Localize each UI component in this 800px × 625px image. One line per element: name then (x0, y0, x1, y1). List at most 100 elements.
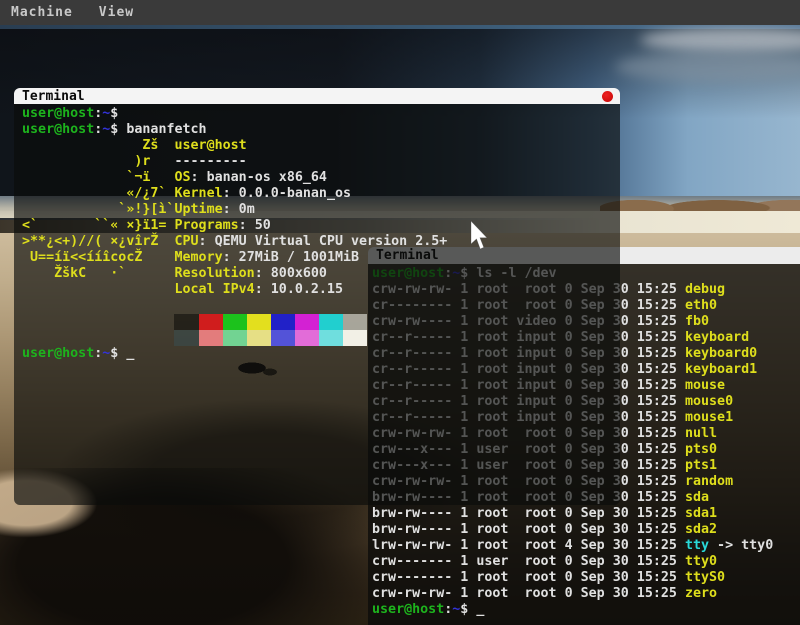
text-segment: random (685, 474, 733, 489)
text-segment: : banan-os x86_64 (191, 170, 327, 185)
terminal-line: >**¿<+)//( ×¿vîrŽ CPU: QEMU Virtual CPU … (22, 234, 616, 250)
palette-block (319, 330, 343, 346)
text-segment: keyboard0 (685, 346, 757, 361)
text-segment: «/¿7` (22, 186, 174, 201)
text-segment: --------- (174, 154, 246, 169)
terminal-line: `¬ï OS: banan-os x86_64 (22, 170, 616, 186)
terminal-line: crw------- 1 root root 0 Sep 30 15:25 tt… (372, 570, 800, 586)
terminal-line: U==íï<<ííîcocŽ Memory: 27MiB / 1001MiB (22, 250, 616, 266)
terminal-line: «/¿7` Kernel: 0.0.0-banan_os (22, 186, 616, 202)
text-segment: : 800x600 (255, 266, 327, 281)
text-segment: user@host (22, 122, 94, 137)
text-segment: mouse0 (685, 394, 733, 409)
terminal-line: ŽškC ·` Resolution: 800x600 (22, 266, 616, 282)
wallpaper-horizon-glow (0, 25, 800, 29)
terminal-line: user@host:~$ (22, 106, 616, 122)
text-segment: : 50 (239, 218, 271, 233)
text-segment: tty (685, 538, 709, 553)
terminal-line: user@host:~$ _ (372, 602, 800, 618)
terminal-line: lrw-rw-rw- 1 root root 4 Sep 30 15:25 tt… (372, 538, 800, 554)
text-segment: Uptime (174, 202, 222, 217)
text-segment: Local IPv4 (174, 282, 254, 297)
text-segment: ttyS0 (685, 570, 725, 585)
text-segment: sda (685, 490, 709, 505)
text-segment: user@host (22, 346, 94, 361)
text-segment: Resolution (174, 266, 254, 281)
text-segment: user@host (174, 138, 246, 153)
terminal-line: crw-rw-rw- 1 root root 0 Sep 30 15:25 ze… (372, 586, 800, 602)
text-segment: bananfetch (126, 122, 206, 137)
terminal1-title: Terminal (22, 88, 85, 105)
text-segment: >**¿<+)//( ×¿vîrŽ (22, 234, 174, 249)
text-segment: debug (685, 282, 725, 297)
text-segment: null (685, 426, 717, 441)
text-segment: crw------- 1 user root 0 Sep 30 15:25 (372, 554, 685, 569)
palette-block (295, 314, 319, 330)
terminal-line (22, 298, 616, 314)
text-segment: brw-rw---- 1 root root 0 Sep 30 15:25 (372, 506, 685, 521)
palette-block (247, 330, 271, 346)
palette-block (223, 314, 247, 330)
terminal-line (22, 330, 616, 346)
mouse-cursor-icon (470, 221, 490, 251)
palette-block (271, 314, 295, 330)
menu-machine[interactable]: Machine (11, 5, 73, 20)
terminal1-title-bar[interactable]: Terminal (14, 88, 620, 104)
terminal-window-bananfetch[interactable]: Terminal user@host:~$user@host:~$ bananf… (14, 88, 620, 505)
text-segment: U==íï<<ííîcocŽ (22, 250, 174, 265)
palette-block (343, 330, 367, 346)
text-segment: -> tty0 (709, 538, 773, 553)
text-segment: lrw-rw-rw- 1 root root 4 Sep 30 15:25 (372, 538, 685, 553)
text-segment: )r (22, 154, 174, 169)
text-segment: Memory (174, 250, 222, 265)
text-segment: sda2 (685, 522, 717, 537)
text-segment: `¬ï (22, 170, 174, 185)
text-segment: ŽškC ·` (22, 266, 174, 281)
palette-block (247, 314, 271, 330)
text-segment: crw------- 1 root root 0 Sep 30 15:25 (372, 570, 685, 585)
text-segment: tty0 (685, 554, 717, 569)
text-segment: `»!}[ì` (22, 202, 174, 217)
text-segment: $ (110, 106, 118, 121)
terminal-line: Local IPv4: 10.0.2.15 (22, 282, 616, 298)
text-segment: <` ``« ×}ï1= (22, 218, 174, 233)
text-segment: : 27MiB / 1001MiB (223, 250, 359, 265)
text-segment: $ (460, 602, 476, 617)
text-segment: keyboard (685, 330, 749, 345)
text-segment: OS (174, 170, 190, 185)
palette-block (223, 330, 247, 346)
text-segment: mouse1 (685, 410, 733, 425)
terminal-line: user@host:~$ _ (22, 346, 616, 362)
text-segment: Zš (22, 138, 174, 153)
palette-block (319, 314, 343, 330)
text-segment: Programs (174, 218, 238, 233)
text-segment: $ (110, 122, 126, 137)
terminal-line: )r --------- (22, 154, 616, 170)
palette-block (199, 330, 223, 346)
close-icon[interactable] (602, 91, 613, 102)
text-segment: keyboard1 (685, 362, 757, 377)
text-segment: : 0.0.0-banan_os (223, 186, 351, 201)
terminal-line: Zš user@host (22, 138, 616, 154)
text-segment: pts1 (685, 458, 717, 473)
vm-menubar: Machine View (0, 0, 800, 25)
terminal-line: <` ``« ×}ï1= Programs: 50 (22, 218, 616, 234)
desktop: Machine View Terminal user@host:~$ ls -l… (0, 0, 800, 625)
menu-view[interactable]: View (99, 5, 134, 20)
terminal-line: user@host:~$ bananfetch (22, 122, 616, 138)
terminal-line: `»!}[ì`Uptime: 0m (22, 202, 616, 218)
text-segment: crw-rw-rw- 1 root root 0 Sep 30 15:25 (372, 586, 685, 601)
text-segment: _ (126, 346, 134, 361)
text-segment: : QEMU Virtual CPU version 2.5+ (199, 234, 448, 249)
terminal-line: brw-rw---- 1 root root 0 Sep 30 15:25 sd… (372, 522, 800, 538)
text-segment: sda1 (685, 506, 717, 521)
text-segment: zero (685, 586, 717, 601)
text-segment: pts0 (685, 442, 717, 457)
text-segment: mouse (685, 378, 725, 393)
wallpaper-dune-ridge (600, 192, 800, 212)
terminal1-content[interactable]: user@host:~$user@host:~$ bananfetch Zš u… (14, 104, 620, 505)
text-segment: : 10.0.2.15 (255, 282, 343, 297)
terminal-line: brw-rw---- 1 root root 0 Sep 30 15:25 sd… (372, 506, 800, 522)
text-segment: user@host (372, 602, 444, 617)
text-segment: eth0 (685, 298, 717, 313)
